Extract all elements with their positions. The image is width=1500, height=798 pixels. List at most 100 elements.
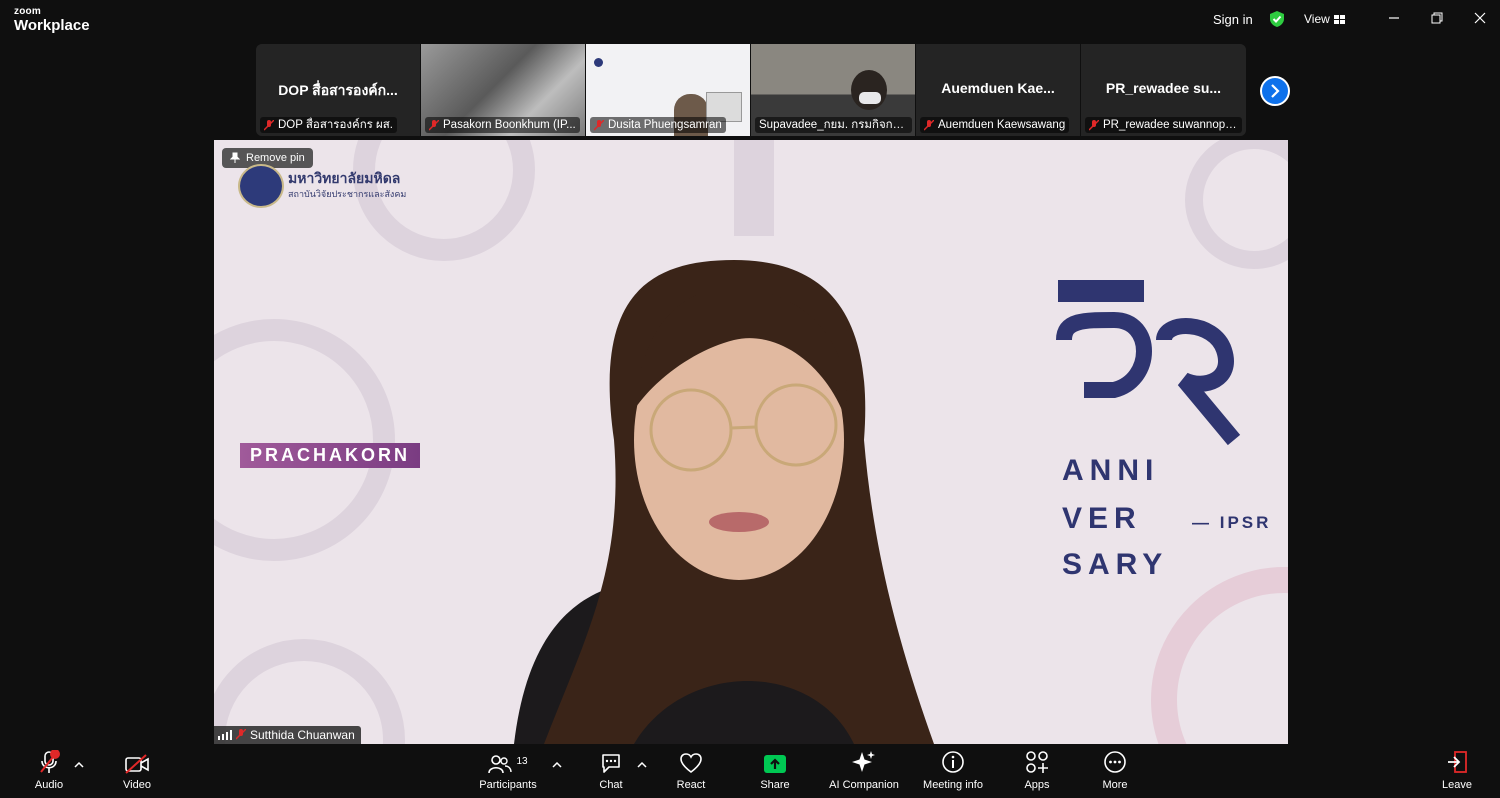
muted-microphone-icon	[40, 750, 60, 773]
view-button[interactable]: View	[1304, 12, 1345, 26]
muted-mic-icon	[429, 120, 439, 131]
speaker-name: Sutthida Chuanwan	[250, 728, 355, 742]
leave-door-icon	[1448, 751, 1467, 773]
audio-label: Audio	[34, 779, 64, 791]
chat-label: Chat	[599, 779, 623, 791]
minimize-icon	[1389, 17, 1399, 19]
anniversary-30-logo	[1056, 280, 1241, 446]
ai-companion-label: AI Companion	[829, 779, 899, 791]
audio-options-caret-icon[interactable]	[74, 760, 84, 770]
apps-button[interactable]: Apps	[1018, 746, 1056, 798]
participant-caption: PR_rewadee suwannopp...	[1085, 117, 1242, 133]
participants-options-caret-icon[interactable]	[552, 760, 562, 770]
sparkle-icon	[852, 751, 875, 772]
video-off-icon	[125, 754, 149, 774]
zoom-logo: zoom Workplace	[14, 6, 90, 34]
leave-label: Leave	[1442, 779, 1472, 791]
participant-caption: Supavadee_กยม. กรมกิจการ...	[755, 117, 912, 133]
thumb-person	[851, 70, 887, 110]
participant-name: Pasakorn Boonkhum (IP...	[443, 119, 576, 131]
more-label: More	[1102, 779, 1128, 791]
shield-check-icon[interactable]	[1268, 10, 1286, 28]
anniversary-ipsr: — IPSR	[1192, 513, 1272, 532]
participant-thumb[interactable]: Auemduen Kae... Auemduen Kaewsawang	[916, 44, 1081, 136]
meeting-info-label: Meeting info	[923, 779, 983, 791]
anniversary-line-3: SARY	[1062, 548, 1169, 581]
next-page-button[interactable]	[1260, 76, 1290, 106]
restore-icon	[1431, 12, 1443, 24]
participants-count: 13	[516, 756, 528, 767]
speaker-name-tag: Sutthida Chuanwan	[214, 726, 361, 744]
share-label: Share	[760, 779, 790, 791]
view-label: View	[1304, 12, 1330, 26]
participant-name: Supavadee_กยม. กรมกิจการ...	[759, 119, 912, 131]
anniversary-line-2: VER	[1062, 502, 1142, 535]
participant-thumb[interactable]: PR_rewadee su... PR_rewadee suwannopp...	[1081, 44, 1246, 136]
muted-mic-icon	[1089, 120, 1099, 131]
muted-mic-icon	[236, 729, 246, 740]
participant-thumb[interactable]: Pasakorn Boonkhum (IP...	[421, 44, 586, 136]
university-seal-icon	[238, 164, 284, 208]
thumb-seal	[594, 58, 603, 67]
info-icon	[942, 751, 964, 773]
sign-in-link[interactable]: Sign in	[1213, 12, 1253, 27]
title-bar: zoom Workplace Sign in View	[0, 0, 1500, 40]
chat-button[interactable]: Chat	[592, 746, 630, 798]
heart-icon	[680, 753, 702, 774]
participant-name: PR_rewadee suwannopp...	[1103, 119, 1242, 131]
participant-thumb[interactable]: DOP สื่อสารองค์ก... DOP สื่อสารองค์กร ผส…	[256, 44, 421, 136]
apps-icon	[1026, 751, 1048, 773]
participant-caption: Pasakorn Boonkhum (IP...	[425, 117, 580, 133]
ai-companion-button[interactable]: AI Companion	[826, 746, 902, 798]
participant-caption: Dusita Phuengsamran	[590, 117, 726, 133]
participant-thumb[interactable]: Supavadee_กยม. กรมกิจการ...	[751, 44, 916, 136]
remove-pin-label: Remove pin	[246, 152, 305, 164]
brand-small: zoom	[14, 6, 41, 17]
participant-big-name: Auemduen Kae...	[941, 80, 1055, 96]
signal-strength-icon	[218, 730, 232, 740]
participant-name: Auemduen Kaewsawang	[938, 119, 1066, 131]
participant-name: Dusita Phuengsamran	[608, 119, 722, 131]
prachakorn-banner: PRACHAKORN	[240, 443, 420, 468]
brand-large: Workplace	[14, 17, 90, 34]
minimize-button[interactable]	[1382, 8, 1406, 28]
meeting-toolbar: Audio Video 13 Participants Chat React S…	[0, 746, 1500, 798]
participant-name: DOP สื่อสารองค์กร ผส.	[278, 119, 393, 131]
leave-button[interactable]: Leave	[1438, 746, 1476, 798]
institute-name: สถาบันวิจัยประชากรและสังคม	[288, 189, 407, 199]
anniversary-line-1: ANNI	[1062, 454, 1160, 487]
more-icon	[1104, 751, 1126, 773]
participant-big-name: DOP สื่อสารองค์ก...	[278, 82, 398, 98]
participant-caption: DOP สื่อสารองค์กร ผส.	[260, 117, 397, 133]
muted-mic-icon	[924, 120, 934, 131]
react-label: React	[676, 779, 706, 791]
chevron-right-icon	[1271, 84, 1280, 98]
participant-strip: DOP สื่อสารองค์ก... DOP สื่อสารองค์กร ผส…	[256, 44, 1246, 136]
close-icon	[1474, 12, 1486, 24]
pin-icon	[230, 152, 240, 163]
participant-big-name: PR_rewadee su...	[1105, 80, 1222, 96]
video-label: Video	[123, 779, 151, 791]
muted-mic-icon	[594, 120, 604, 131]
meeting-info-button[interactable]: Meeting info	[920, 746, 986, 798]
thumb-mask	[859, 92, 881, 104]
participants-icon	[488, 755, 513, 774]
video-button[interactable]: Video	[118, 746, 156, 798]
grid-icon	[1333, 15, 1345, 24]
more-button[interactable]: More	[1096, 746, 1134, 798]
share-button[interactable]: Share	[756, 746, 794, 798]
participants-label: Participants	[479, 779, 537, 791]
muted-mic-icon	[264, 120, 274, 131]
participant-thumb[interactable]: Dusita Phuengsamran	[586, 44, 751, 136]
audio-button[interactable]: Audio	[30, 746, 68, 798]
chat-bubble-icon	[602, 754, 620, 773]
share-screen-icon	[764, 755, 786, 773]
react-button[interactable]: React	[672, 746, 710, 798]
participant-caption: Auemduen Kaewsawang	[920, 117, 1070, 133]
close-window-button[interactable]	[1468, 8, 1492, 28]
restore-button[interactable]	[1425, 8, 1449, 28]
pinned-video[interactable]: Remove pin มหาวิทยาลัยมหิดล สถาบันวิจัยป…	[214, 140, 1288, 744]
participants-button[interactable]: 13 Participants	[478, 746, 538, 798]
apps-label: Apps	[1024, 779, 1050, 791]
chat-options-caret-icon[interactable]	[637, 760, 647, 770]
